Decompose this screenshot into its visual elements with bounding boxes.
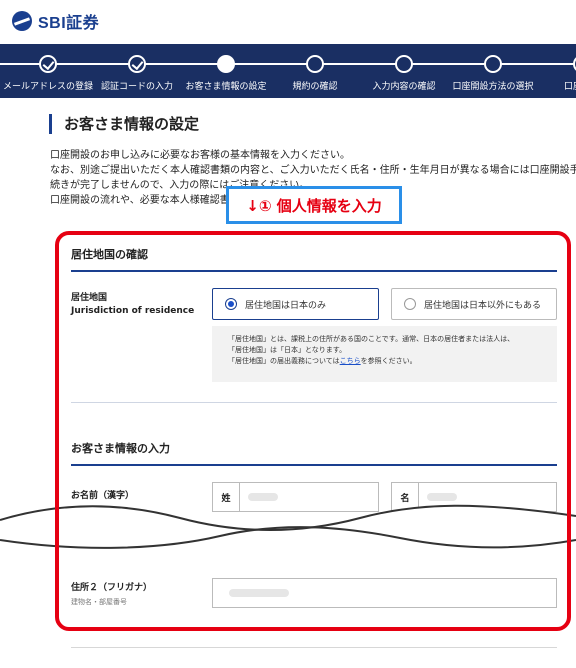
- section-divider: [71, 647, 557, 648]
- highlight-frame: [55, 231, 571, 631]
- step-pending-icon: [484, 55, 502, 73]
- logo-text: SBI証券: [38, 15, 100, 32]
- step-done-check-icon: [39, 55, 57, 73]
- step-pending-icon: [395, 55, 413, 73]
- step-done-check-icon: [128, 55, 146, 73]
- desc-line: 口座開設のお申し込みに必要なお客様の基本情報を入力ください。: [50, 150, 350, 161]
- step-label: 口座開設: [563, 82, 576, 92]
- progress-steps: メールアドレスの登録 認証コードの入力 お客さま情報の設定 規約の確認 入力内容…: [0, 44, 576, 98]
- page-title: お客さま情報の設定: [49, 114, 199, 134]
- logo-mark-icon: [12, 11, 32, 31]
- sbi-logo[interactable]: SBI証券: [12, 9, 99, 33]
- step-account-open: 口座開設: [522, 55, 576, 92]
- desc-line: なお、別途ご提出いただく本人確認書類の内容と、ご入力いただく氏名・住所・生年月日…: [50, 165, 576, 176]
- instruction-callout: ↓① 個人情報を入力: [226, 186, 402, 224]
- step-current-icon: [217, 55, 235, 73]
- site-header: SBI証券: [0, 0, 576, 40]
- step-pending-icon: [306, 55, 324, 73]
